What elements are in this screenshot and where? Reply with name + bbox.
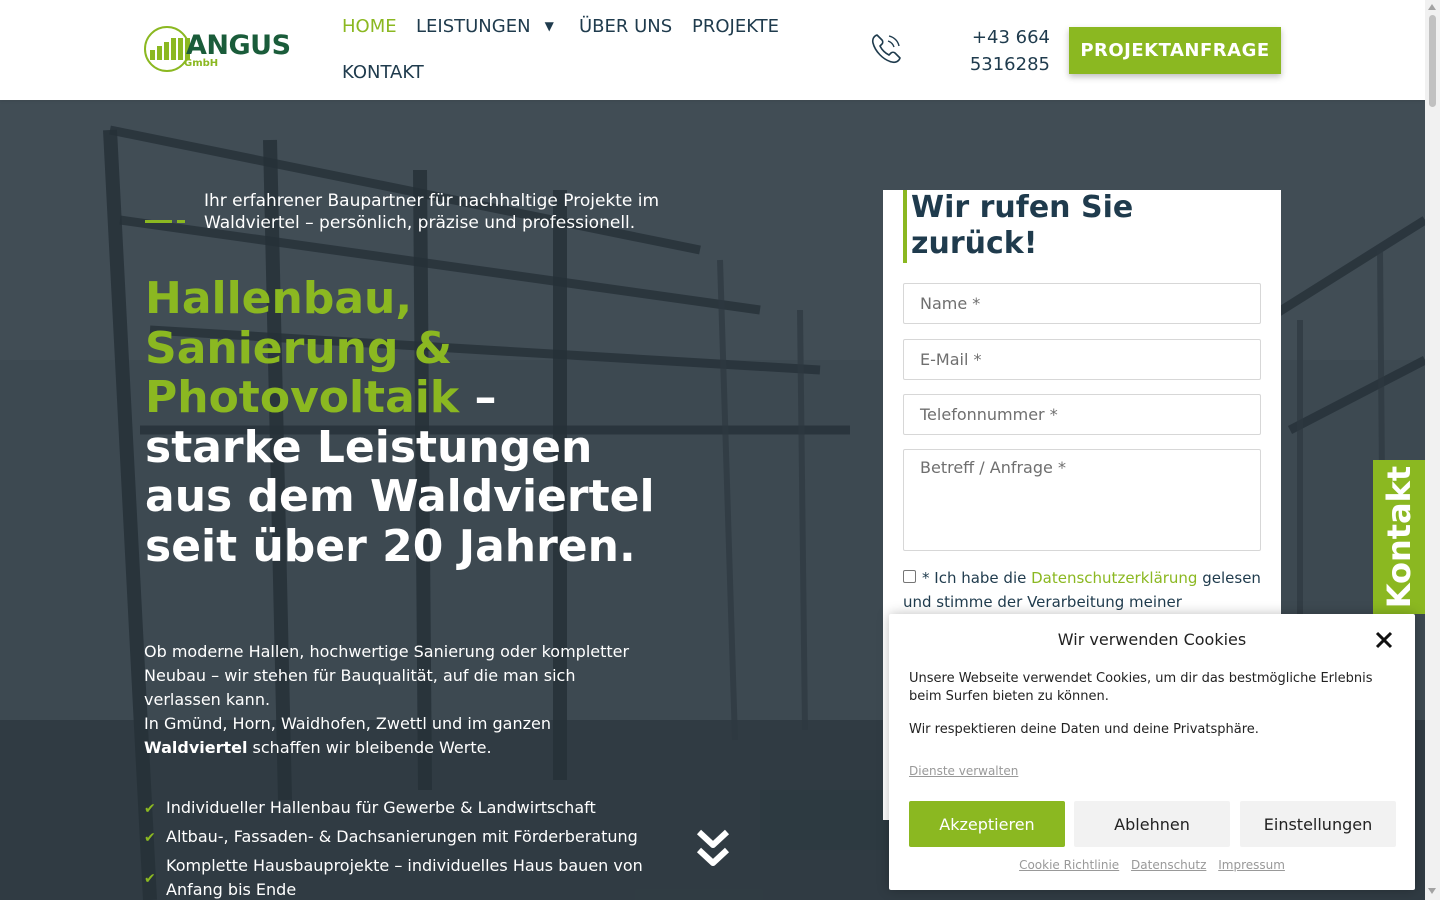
double-chevron-down-icon[interactable] (696, 828, 730, 872)
nav-ueber-uns-label: ÜBER UNS (579, 16, 673, 37)
hero-intro: Ob moderne Hallen, hochwertige Sanierung… (144, 640, 644, 760)
page-scrollbar[interactable] (1425, 0, 1440, 900)
phone-field[interactable]: Telefonnummer * (903, 394, 1261, 435)
chevron-down-icon: ▼ (544, 19, 554, 33)
name-field[interactable]: Name * (903, 283, 1261, 324)
cookie-policy-link[interactable]: Cookie Richtlinie (1019, 858, 1119, 872)
headline-dash: – (459, 372, 497, 423)
feature-item: ✔ Individueller Hallenbau für Gewerbe & L… (144, 796, 664, 820)
intro-p2-post: schaffen wir bleibende Werte. (247, 738, 492, 757)
phone-number[interactable]: +43 664 5316285 (930, 24, 1050, 78)
cookie-settings-button[interactable]: Einstellungen (1240, 801, 1396, 847)
headline-highlight: Hallenbau, Sanierung & Photovoltaik (145, 273, 460, 423)
check-icon: ✔ (144, 830, 156, 846)
nav-leistungen[interactable]: LEISTUNGEN ▼ (416, 16, 554, 37)
phone-number-line2: 5316285 (969, 54, 1050, 75)
cookie-title: Wir verwenden Cookies (1057, 630, 1247, 649)
manage-services-link[interactable]: Dienste verwalten (909, 764, 1018, 778)
phone-number-line1: +43 664 (971, 27, 1050, 48)
phone-icon[interactable] (868, 31, 904, 67)
deny-cookies-button[interactable]: Ablehnen (1074, 801, 1230, 847)
feature-text: Individueller Hallenbau für Gewerbe & La… (166, 798, 596, 817)
intro-p2-pre: In Gmünd, Horn, Waidhofen, Zwettl und im… (144, 714, 551, 733)
feature-text: Komplette Hausbauprojekte – individuelle… (166, 856, 643, 899)
nav-home[interactable]: HOME (342, 16, 397, 37)
check-icon: ✔ (144, 801, 156, 817)
scrollbar-thumb[interactable] (1429, 15, 1436, 107)
imprint-link[interactable]: Impressum (1218, 858, 1285, 872)
company-logo[interactable]: ANGUS GmbH (142, 24, 292, 76)
privacy-text-pre: * Ich habe die (922, 569, 1032, 587)
accept-cookies-button[interactable]: Akzeptieren (909, 801, 1065, 847)
kontakt-side-tab[interactable]: Kontakt (1373, 460, 1425, 614)
form-title: Wir rufen Sie zurück! (911, 190, 1134, 261)
message-field[interactable]: Betreff / Anfrage * (903, 449, 1261, 551)
intro-paragraph-1: Ob moderne Hallen, hochwertige Sanierung… (144, 642, 630, 709)
hero-headline: Hallenbau, Sanierung & Photovoltaik – st… (145, 274, 665, 571)
nav-kontakt[interactable]: KONTAKT (342, 62, 424, 83)
intro-p2-bold: Waldviertel (144, 738, 248, 757)
logo-bars-icon (150, 38, 190, 60)
scroll-up-arrow-icon[interactable] (1428, 4, 1436, 10)
feature-item: ✔ Altbau-, Fassaden- & Dachsanierungen mi… (144, 825, 664, 849)
form-title-accent (903, 190, 907, 263)
nav-projekte-label: PROJEKTE (692, 16, 779, 37)
headline-rest: starke Leistungen aus dem Waldviertel se… (145, 421, 655, 572)
cookie-footer-links: Cookie Richtlinie Datenschutz Impressum (889, 858, 1415, 872)
projektanfrage-button[interactable]: PROJEKTANFRAGE (1069, 27, 1281, 74)
logo-name: ANGUS (186, 30, 291, 61)
email-field[interactable]: E-Mail * (903, 339, 1261, 380)
nav-ueber-uns[interactable]: ÜBER UNS (579, 16, 672, 37)
nav-leistungen-label: LEISTUNGEN (416, 16, 531, 37)
nav-kontakt-label: KONTAKT (342, 62, 424, 83)
nav-home-label: HOME (342, 16, 397, 37)
privacy-consent: * Ich habe die Datenschutzerklärung gele… (903, 566, 1263, 614)
hero-tagline: Ihr erfahrener Baupartner für nachhaltig… (204, 191, 660, 233)
scroll-down-arrow-icon[interactable] (1428, 888, 1436, 894)
tagline-accent-line (145, 220, 185, 223)
feature-item: ✔ Komplette Hausbauprojekte – individuell… (144, 854, 664, 900)
cookie-description: Unsere Webseite verwendet Cookies, um di… (909, 671, 1373, 704)
cookie-consent-dialog: Wir verwenden Cookies Unsere Webseite ve… (889, 614, 1415, 890)
feature-text: Altbau-, Fassaden- & Dachsanierungen mit… (166, 827, 638, 846)
privacy-checkbox[interactable] (903, 570, 916, 583)
privacy-policy-link[interactable]: Datenschutzerklärung (1031, 569, 1197, 587)
privacy-link[interactable]: Datenschutz (1131, 858, 1206, 872)
nav-projekte[interactable]: PROJEKTE (692, 16, 779, 37)
feature-list: ✔ Individueller Hallenbau für Gewerbe & L… (144, 796, 664, 900)
site-header: ANGUS GmbH HOME LEISTUNGEN ▼ ÜBER UNS PRO… (0, 0, 1425, 100)
intro-paragraph-2: In Gmünd, Horn, Waidhofen, Zwettl und im… (144, 712, 644, 760)
cookie-privacy-note: Wir respektieren deine Daten und deine P… (909, 722, 1259, 737)
kontakt-side-tab-label: Kontakt (1380, 465, 1418, 609)
logo-suffix: GmbH (184, 58, 219, 69)
check-icon: ✔ (144, 871, 156, 887)
close-icon[interactable] (1373, 629, 1395, 651)
